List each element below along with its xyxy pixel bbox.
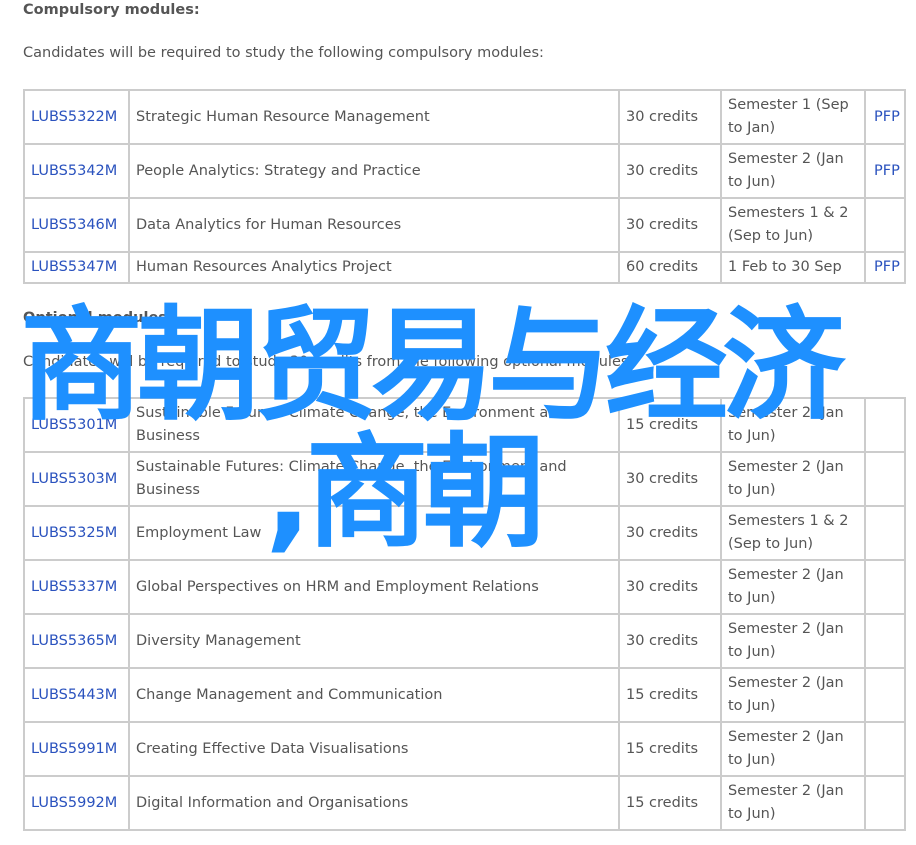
- module-title: Sustainable Futures: Climate Change, the…: [128, 451, 620, 507]
- module-semester: Semester 2 (Jan to Jun): [720, 397, 866, 453]
- module-code-cell: LUBS5347M: [23, 251, 130, 284]
- table-row: LUBS5443M Change Management and Communic…: [23, 667, 906, 723]
- module-credits: 15 credits: [618, 397, 722, 453]
- pfp-cell: PFP: [864, 89, 906, 145]
- module-semester: Semesters 1 & 2 (Sep to Jun): [720, 505, 866, 561]
- module-code-cell: LUBS5303M: [23, 451, 130, 507]
- module-credits: 30 credits: [618, 197, 722, 253]
- module-code-link[interactable]: LUBS5992M: [31, 795, 117, 811]
- module-title: Digital Information and Organisations: [128, 775, 620, 831]
- table-row: LUBS5342M People Analytics: Strategy and…: [23, 143, 906, 199]
- pfp-cell: [864, 397, 906, 453]
- module-code-link[interactable]: LUBS5346M: [31, 217, 117, 233]
- table-row: LUBS5346M Data Analytics for Human Resou…: [23, 197, 906, 253]
- module-title: People Analytics: Strategy and Practice: [128, 143, 620, 199]
- module-code-cell: LUBS5991M: [23, 721, 130, 777]
- module-code-link[interactable]: LUBS5365M: [31, 633, 117, 649]
- table-row: LUBS5991M Creating Effective Data Visual…: [23, 721, 906, 777]
- table-row: LUBS5365M Diversity Management 30 credit…: [23, 613, 906, 669]
- module-title: Data Analytics for Human Resources: [128, 197, 620, 253]
- table-row: LUBS5347M Human Resources Analytics Proj…: [23, 251, 906, 284]
- module-code-cell: LUBS5443M: [23, 667, 130, 723]
- module-credits: 30 credits: [618, 143, 722, 199]
- compulsory-heading: Compulsory modules:: [23, 2, 200, 18]
- module-code-cell: LUBS5342M: [23, 143, 130, 199]
- compulsory-modules-table: LUBS5322M Strategic Human Resource Manag…: [23, 89, 906, 284]
- module-code-cell: LUBS5301M: [23, 397, 130, 453]
- pfp-cell: [864, 775, 906, 831]
- module-title: Creating Effective Data Visualisations: [128, 721, 620, 777]
- optional-heading: Optional modules:: [23, 310, 173, 326]
- table-row: LUBS5322M Strategic Human Resource Manag…: [23, 89, 906, 145]
- module-code-cell: LUBS5322M: [23, 89, 130, 145]
- module-semester: Semester 2 (Jan to Jun): [720, 775, 866, 831]
- module-code-cell: LUBS5325M: [23, 505, 130, 561]
- module-title: Global Perspectives on HRM and Employmen…: [128, 559, 620, 615]
- module-code-link[interactable]: LUBS5342M: [31, 163, 117, 179]
- module-credits: 15 credits: [618, 775, 722, 831]
- module-credits: 30 credits: [618, 559, 722, 615]
- module-semester: Semester 2 (Jan to Jun): [720, 143, 866, 199]
- table-row: LUBS5337M Global Perspectives on HRM and…: [23, 559, 906, 615]
- optional-intro: Candidates will be required to study 30 …: [23, 354, 634, 370]
- module-semester: Semester 2 (Jan to Jun): [720, 613, 866, 669]
- pfp-cell: PFP: [864, 143, 906, 199]
- module-code-link[interactable]: LUBS5443M: [31, 687, 117, 703]
- table-row: LUBS5303M Sustainable Futures: Climate C…: [23, 451, 906, 507]
- pfp-cell: [864, 721, 906, 777]
- module-code-link[interactable]: LUBS5337M: [31, 579, 117, 595]
- pfp-cell: [864, 613, 906, 669]
- module-code-cell: LUBS5337M: [23, 559, 130, 615]
- module-semester: Semester 2 (Jan to Jun): [720, 559, 866, 615]
- module-semester: 1 Feb to 30 Sep: [720, 251, 866, 284]
- pfp-cell: [864, 667, 906, 723]
- module-code-link[interactable]: LUBS5303M: [31, 471, 117, 487]
- pfp-link[interactable]: PFP: [874, 259, 900, 275]
- pfp-cell: [864, 451, 906, 507]
- module-code-cell: LUBS5346M: [23, 197, 130, 253]
- module-title: Sustainable Futures: Climate Change, the…: [128, 397, 620, 453]
- module-semester: Semesters 1 & 2 (Sep to Jun): [720, 197, 866, 253]
- module-code-cell: LUBS5365M: [23, 613, 130, 669]
- optional-modules-table: LUBS5301M Sustainable Futures: Climate C…: [23, 397, 906, 831]
- module-code-link[interactable]: LUBS5322M: [31, 109, 117, 125]
- table-row: LUBS5301M Sustainable Futures: Climate C…: [23, 397, 906, 453]
- module-credits: 30 credits: [618, 505, 722, 561]
- module-credits: 15 credits: [618, 667, 722, 723]
- pfp-cell: [864, 505, 906, 561]
- pfp-link[interactable]: PFP: [874, 109, 900, 125]
- module-semester: Semester 1 (Sep to Jan): [720, 89, 866, 145]
- table-row: LUBS5325M Employment Law 30 credits Seme…: [23, 505, 906, 561]
- table-row: LUBS5992M Digital Information and Organi…: [23, 775, 906, 831]
- module-title: Human Resources Analytics Project: [128, 251, 620, 284]
- module-code-link[interactable]: LUBS5347M: [31, 259, 117, 275]
- module-credits: 30 credits: [618, 89, 722, 145]
- module-credits: 60 credits: [618, 251, 722, 284]
- module-semester: Semester 2 (Jan to Jun): [720, 451, 866, 507]
- module-code-cell: LUBS5992M: [23, 775, 130, 831]
- module-credits: 30 credits: [618, 613, 722, 669]
- module-title: Change Management and Communication: [128, 667, 620, 723]
- module-semester: Semester 2 (Jan to Jun): [720, 721, 866, 777]
- module-title: Employment Law: [128, 505, 620, 561]
- module-semester: Semester 2 (Jan to Jun): [720, 667, 866, 723]
- module-credits: 15 credits: [618, 721, 722, 777]
- pfp-link[interactable]: PFP: [874, 163, 900, 179]
- pfp-cell: PFP: [864, 251, 906, 284]
- module-title: Strategic Human Resource Management: [128, 89, 620, 145]
- pfp-cell: [864, 197, 906, 253]
- compulsory-intro: Candidates will be required to study the…: [23, 45, 544, 61]
- pfp-cell: [864, 559, 906, 615]
- module-code-link[interactable]: LUBS5325M: [31, 525, 117, 541]
- module-code-link[interactable]: LUBS5991M: [31, 741, 117, 757]
- module-title: Diversity Management: [128, 613, 620, 669]
- module-credits: 30 credits: [618, 451, 722, 507]
- module-code-link[interactable]: LUBS5301M: [31, 417, 117, 433]
